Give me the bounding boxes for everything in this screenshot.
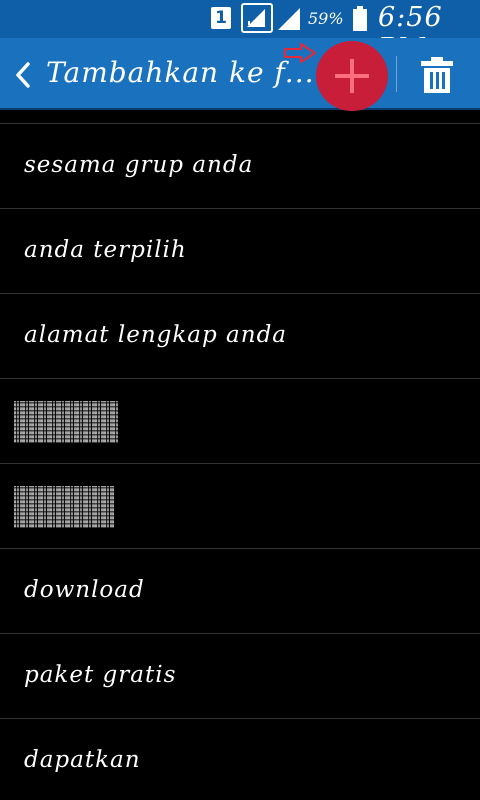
list-item[interactable]: download bbox=[0, 549, 480, 634]
list-item[interactable]: anda terpilih bbox=[0, 209, 480, 294]
screen: 1 59% 6:56 PM Tambahkan ke f bbox=[0, 0, 480, 800]
page-title: Tambahkan ke f... bbox=[46, 56, 315, 89]
list-item-label: anda terpilih bbox=[24, 237, 187, 263]
plus-icon bbox=[335, 59, 369, 93]
list-item-label: download bbox=[24, 577, 145, 603]
signal-icon-secondary bbox=[276, 6, 302, 32]
add-button[interactable] bbox=[316, 41, 388, 111]
chevron-left-icon bbox=[16, 62, 30, 88]
redacted-label bbox=[14, 486, 114, 528]
list-item-label: alamat lengkap anda bbox=[24, 322, 288, 348]
toolbar-divider bbox=[396, 56, 397, 92]
list-item[interactable]: dapatkan bbox=[0, 719, 480, 800]
delete-button[interactable] bbox=[420, 56, 454, 94]
list-item-label: dapatkan bbox=[24, 747, 141, 773]
signal-icon bbox=[241, 3, 273, 33]
trash-icon bbox=[421, 57, 453, 93]
battery-icon bbox=[352, 6, 368, 32]
list-item[interactable] bbox=[0, 464, 480, 549]
list-item[interactable] bbox=[0, 379, 480, 464]
list-item-label: sesama grup anda bbox=[24, 152, 254, 178]
sim-slot-badge: 1 bbox=[211, 7, 231, 29]
list-item[interactable]: alamat lengkap anda bbox=[0, 294, 480, 379]
status-bar: 1 59% 6:56 PM bbox=[0, 0, 480, 64]
list-item-label: paket gratis bbox=[24, 662, 177, 688]
list-item[interactable]: sesama grup anda bbox=[0, 124, 480, 209]
arrow-annotation-icon bbox=[283, 42, 317, 64]
back-button[interactable] bbox=[10, 58, 36, 92]
group-list: sesama grup anda anda terpilih alamat le… bbox=[0, 123, 480, 800]
battery-percent: 59% bbox=[308, 9, 344, 28]
redacted-label bbox=[14, 401, 118, 443]
list-item[interactable]: paket gratis bbox=[0, 634, 480, 719]
action-bar: Tambahkan ke f... bbox=[0, 38, 480, 111]
